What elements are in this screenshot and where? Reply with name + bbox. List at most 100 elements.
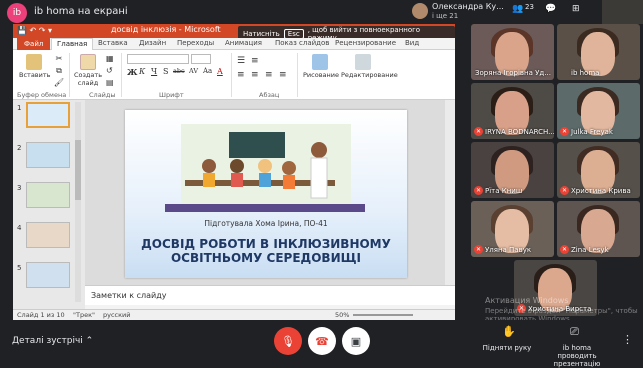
mic-toggle-button[interactable]: 🎙 [274,327,302,355]
slide-counter: Слайд 1 из 10 [17,311,65,319]
slide-thumbnail-5[interactable] [26,262,70,288]
align-right-icon[interactable]: ≡ [265,70,273,80]
presenting-status-button[interactable]: ib homa проводить презентацію [544,344,610,368]
justify-icon[interactable]: ≡ [279,70,287,80]
meeting-details-button[interactable]: Деталі зустрічі ⌃ [12,336,93,346]
participant-name: Zina Lesyk [571,246,609,254]
shadow-button[interactable]: S [163,67,168,76]
drawing-label: Рисование [303,71,339,79]
classroom-illustration [165,124,365,212]
participant-name: Рїта Книш [485,187,523,195]
tab-file[interactable]: Файл [17,38,51,50]
participant-tile[interactable]: ✕ Христина Крива [557,142,640,198]
theme-name: "Трек" [73,311,96,319]
tab-animations[interactable]: Анимация [225,39,262,47]
tab-view[interactable]: Вид [405,39,419,47]
slides-group-label: Слайды [89,91,116,99]
zoom-level[interactable]: 50% [335,311,349,319]
editing-button[interactable]: Редактирование [341,54,398,79]
tab-review[interactable]: Рецензирование [335,39,396,47]
thumb-number: 2 [17,144,22,152]
reset-icon[interactable]: ↺ [106,66,113,75]
current-slide[interactable]: Підготувала Хома Ірина, ПО-41 ДОСВІД РОБ… [125,110,407,278]
participant-tile[interactable]: Зоряна Ігорівна Уд... [471,24,554,80]
numbering-icon[interactable]: ≡ [251,56,259,66]
tab-insert[interactable]: Вставка [98,39,128,47]
slide-thumbnail-4[interactable] [26,222,70,248]
cut-icon[interactable]: ✂ [53,54,65,63]
meet-bottom-bar: Деталі зустрічі ⌃ 🎙 ☎ ▣ ✋ Підняти руку ⎚… [0,320,643,368]
shapes-icon [312,54,328,70]
presenter-title: ib homa на екрані [34,6,128,17]
camera-icon: ▣ [350,334,362,348]
underline-button[interactable]: Ч [151,67,157,76]
slide-thumbnail-2[interactable] [26,142,70,168]
camera-toggle-button[interactable]: ▣ [342,327,370,355]
change-case-button[interactable]: Aa [203,67,212,75]
slide-title: ДОСВІД РОБОТИ В ІНКЛЮЗИВНОМУ ОСВІТНЬОМУ … [125,237,407,265]
slide-scrollbar[interactable] [445,100,455,285]
strikethrough-button[interactable]: abc [173,67,185,75]
paste-button[interactable]: Вставить [19,54,50,79]
zoom-slider[interactable] [353,314,413,316]
self-view-thumbnail[interactable] [602,0,643,24]
drawing-button[interactable]: Рисование [303,54,339,79]
more-options-icon[interactable]: ⋮ [622,333,633,346]
format-painter-icon[interactable]: 🖌 [53,78,65,87]
participant-tile[interactable]: ✕ Zina Lesyk [557,201,640,257]
esc-banner-text-before: Натисніть [243,30,280,38]
char-spacing-button[interactable]: AV [189,67,198,75]
notes-pane[interactable]: Заметки к слайду [85,285,455,305]
font-group-label: Шрифт [159,91,184,99]
people-icon[interactable]: 👥 [512,4,523,14]
slide-thumbnail-1[interactable] [26,102,70,128]
thumbnail-scrollbar[interactable] [75,102,81,302]
slide-title-line-1: ДОСВІД РОБОТИ В ІНКЛЮЗИВНОМУ [141,237,391,251]
raise-hand-button[interactable]: Підняти руку [476,344,538,352]
clipboard-icon [26,54,42,70]
participant-tile[interactable]: ib homa [557,24,640,80]
raise-hand-icon[interactable]: ✋ [502,325,516,338]
font-size-select[interactable] [191,54,211,64]
participant-tile[interactable]: ✕ Julka Freyak [557,83,640,139]
chat-icon[interactable]: 💬 [545,4,556,14]
thumbnail-scroll-thumb[interactable] [75,140,81,200]
ribbon-tabs: Файл Главная Вставка Дизайн Переходы Ани… [13,38,455,51]
font-name-select[interactable] [127,54,189,64]
mic-off-icon: 🎙 [281,334,295,348]
notes-placeholder: Заметки к слайду [91,291,167,300]
participant-tile[interactable]: ✕ IRYNA BODNARCH... [471,83,554,139]
slide-editor: Підготувала Хома Ірина, ПО-41 ДОСВІД РОБ… [85,100,445,285]
avatar[interactable] [412,3,428,19]
section-icon[interactable]: ▤ [106,78,114,87]
font-color-button[interactable]: A [217,67,223,76]
thumb-number: 4 [17,224,22,232]
slide-thumbnails-pane: 1 2 3 4 5 [13,100,85,310]
bold-button[interactable]: Ж [127,67,138,77]
language: русский [103,311,131,319]
mic-off-icon: ✕ [474,127,483,136]
align-left-icon[interactable]: ≡ [237,70,245,80]
copy-icon[interactable]: ⧉ [53,66,65,76]
participant-tile[interactable]: ✕ Рїта Книш [471,142,554,198]
group-divider [69,53,70,97]
people-count: 23 [525,3,534,11]
quick-access-toolbar[interactable]: 💾 ↶ ↷ ▾ [17,26,52,35]
slide-thumbnail-3[interactable] [26,182,70,208]
leave-call-button[interactable]: ☎ [308,327,336,355]
participant-tile[interactable]: ✕ Уляна Павук [471,201,554,257]
italic-button[interactable]: К [139,67,145,76]
activities-icon[interactable]: ⊞ [572,4,580,14]
meeting-details-label: Деталі зустрічі [12,336,83,346]
tab-slideshow[interactable]: Показ слайдов [275,39,329,47]
layout-icon[interactable]: ▦ [106,54,114,63]
bullets-icon[interactable]: ☰ [237,56,245,66]
new-slide-button[interactable]: Создать слайд [73,54,103,87]
mic-off-icon: ✕ [474,186,483,195]
tab-design[interactable]: Дизайн [139,39,166,47]
tab-transitions[interactable]: Переходы [177,39,214,47]
participant-name: Julka Freyak [571,128,613,136]
align-center-icon[interactable]: ≡ [251,70,259,80]
editing-label: Редактирование [341,71,398,79]
present-screen-icon[interactable]: ⎚ [570,325,579,339]
